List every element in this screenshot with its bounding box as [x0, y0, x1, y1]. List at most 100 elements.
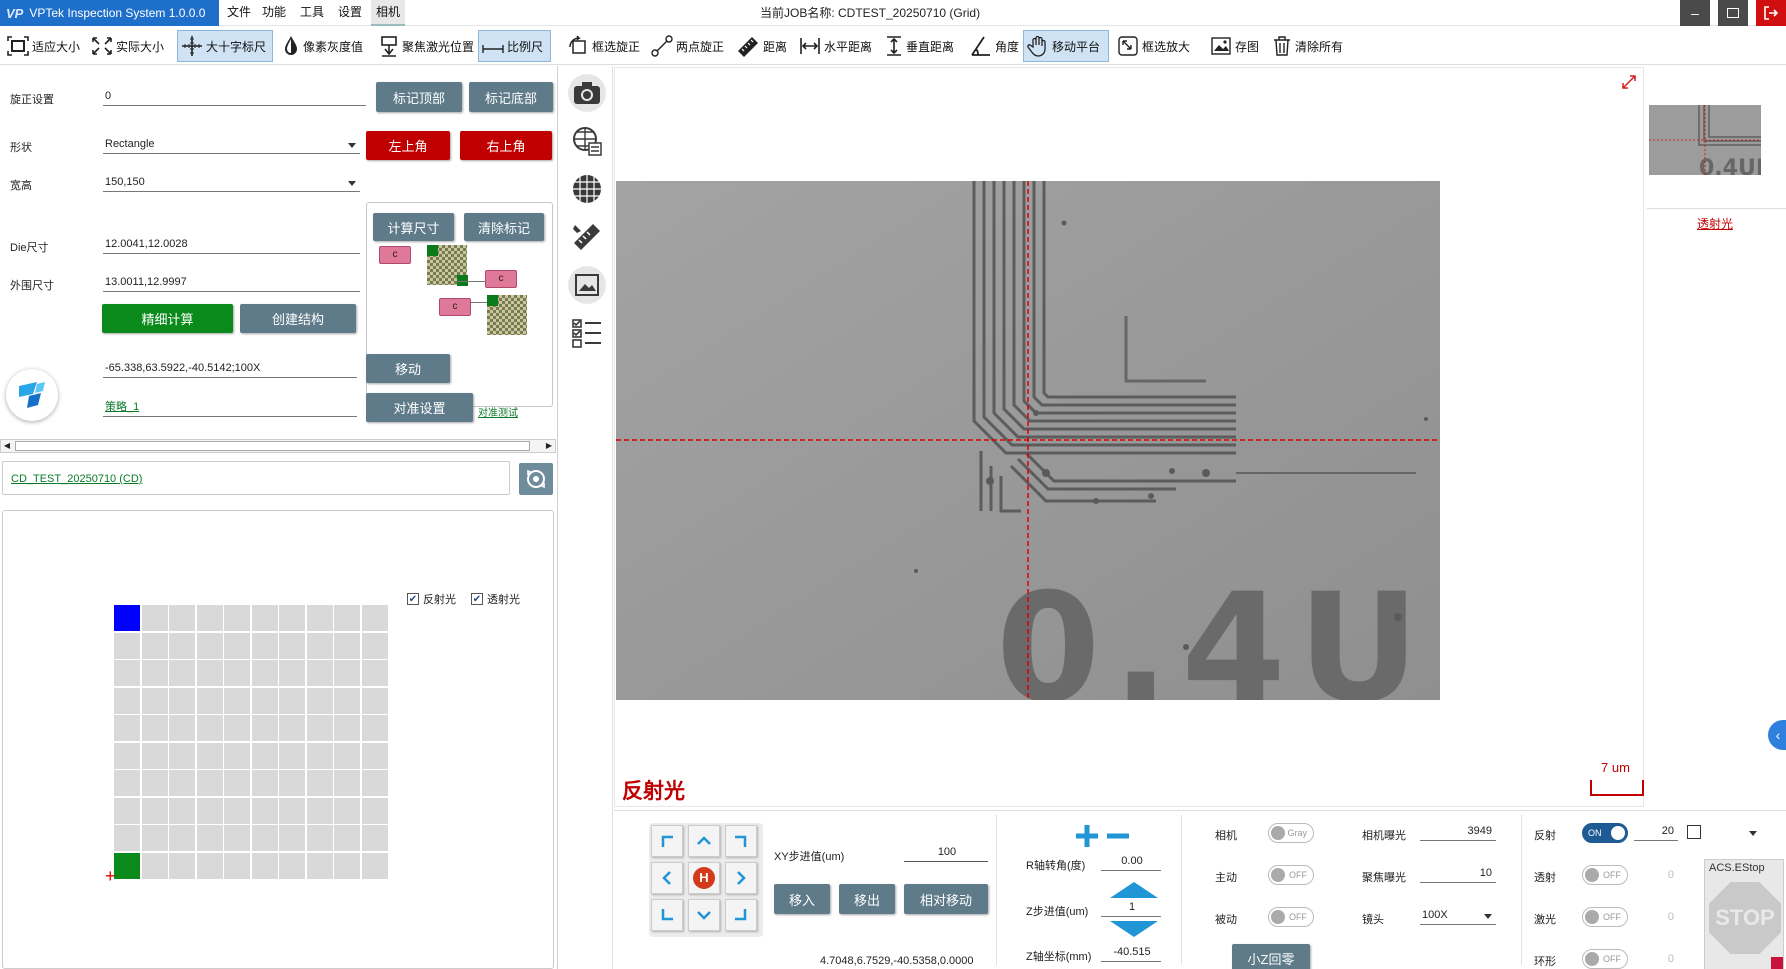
wafer-die-cell[interactable]	[114, 687, 140, 714]
wafer-die-cell[interactable]	[306, 770, 333, 796]
strategy-field[interactable]: 策略_1	[103, 399, 357, 417]
wafer-die-cell[interactable]	[334, 797, 360, 824]
left-scrollbar[interactable]: ◀ ▶	[0, 439, 556, 453]
reflect-light-toggle[interactable]: ON	[1582, 823, 1628, 843]
wafer-die-cell[interactable]	[224, 632, 250, 659]
fine-calc-button[interactable]: 精细计算	[102, 304, 233, 333]
wafer-die-cell[interactable]	[196, 742, 223, 769]
camera-view-button[interactable]	[568, 74, 606, 112]
scroll-right-arrow[interactable]: ▶	[543, 440, 555, 452]
transmit-checkbox[interactable]: ✔ 透射光	[471, 591, 520, 607]
wafer-die-cell[interactable]	[169, 825, 195, 851]
move-out-button[interactable]: 移出	[839, 884, 895, 914]
r-plus-button[interactable]	[1074, 823, 1100, 849]
rotation-input[interactable]: 0	[103, 88, 366, 106]
wafer-die-cell[interactable]	[361, 687, 388, 714]
image-gallery-button[interactable]	[568, 266, 606, 304]
tool-two-point-rotate[interactable]: 两点旋正	[648, 30, 727, 62]
ring-light-value[interactable]: 0	[1634, 953, 1678, 965]
wafer-die-cell[interactable]	[251, 852, 278, 879]
wafer-die-cell[interactable]	[251, 770, 278, 796]
align-settings-button[interactable]: 对准设置	[366, 393, 473, 422]
expand-icon[interactable]	[1617, 70, 1639, 92]
wafer-die-cell[interactable]	[334, 632, 360, 659]
wafer-die-cell[interactable]	[169, 770, 195, 796]
tool-gray-value[interactable]: 像素灰度值	[279, 30, 366, 62]
wafer-die-cell[interactable]	[169, 797, 195, 824]
wafer-grid-button[interactable]	[568, 170, 606, 208]
tool-scale-bar[interactable]: 比例尺	[478, 30, 551, 62]
reflect-checkbox[interactable]: ✔ 反射光	[407, 591, 456, 607]
passive-toggle[interactable]: OFF	[1268, 907, 1314, 927]
wafer-die-cell[interactable]	[114, 852, 140, 879]
menu-camera[interactable]: 相机	[371, 0, 406, 26]
wafer-die-cell[interactable]	[141, 742, 168, 769]
wafer-die-cell[interactable]	[196, 770, 223, 796]
move-up-left-button[interactable]	[651, 825, 683, 857]
wafer-die-cell[interactable]	[279, 742, 305, 769]
wafer-die-cell[interactable]	[279, 797, 305, 824]
lens-select[interactable]: 100X	[1420, 907, 1496, 925]
move-button[interactable]: 移动	[366, 354, 450, 383]
wafer-die-cell[interactable]	[306, 715, 333, 741]
tool-vertical-distance[interactable]: 垂直距离	[882, 30, 957, 62]
wafer-die-cell[interactable]	[334, 825, 360, 851]
wafer-die-cell[interactable]	[334, 742, 360, 769]
wafer-die-cell[interactable]	[224, 715, 250, 741]
reflect-aux-checkbox[interactable]	[1687, 825, 1701, 839]
move-in-button[interactable]: 移入	[774, 884, 830, 914]
wafer-die-cell[interactable]	[114, 715, 140, 741]
wafer-die-cell[interactable]	[169, 605, 195, 631]
wafer-die-cell[interactable]	[361, 632, 388, 659]
scroll-thumb[interactable]	[15, 441, 530, 451]
r-angle-input[interactable]: 0.00	[1101, 853, 1161, 871]
z-step-input[interactable]: 1	[1101, 899, 1161, 917]
wafer-die-cell[interactable]	[196, 797, 223, 824]
wafer-die-cell[interactable]	[251, 742, 278, 769]
move-up-button[interactable]	[688, 825, 720, 857]
wafer-die-cell[interactable]	[279, 660, 305, 686]
wafer-die-cell[interactable]	[334, 605, 360, 631]
wafer-die-cell[interactable]	[251, 797, 278, 824]
tool-actual-size[interactable]: 实际大小	[88, 30, 167, 62]
wafer-die-cell[interactable]	[361, 660, 388, 686]
wafer-die-cell[interactable]	[306, 632, 333, 659]
move-down-left-button[interactable]	[651, 899, 683, 931]
wafer-die-cell[interactable]	[279, 825, 305, 851]
tool-horizontal-distance[interactable]: 水平距离	[796, 30, 875, 62]
refresh-recipe-button[interactable]	[519, 463, 553, 495]
wafer-die-cell[interactable]	[251, 605, 278, 631]
wafer-die-cell[interactable]	[361, 797, 388, 824]
move-right-button[interactable]	[725, 862, 757, 894]
move-down-button[interactable]	[688, 899, 720, 931]
wafer-die-cell[interactable]	[251, 660, 278, 686]
assistant-logo-icon[interactable]	[6, 369, 58, 421]
move-left-button[interactable]	[651, 862, 683, 894]
die-size-field[interactable]: 12.0041,12.0028	[103, 236, 360, 254]
tool-box-zoom[interactable]: 框选放大	[1114, 30, 1193, 62]
wafer-die-cell[interactable]	[306, 742, 333, 769]
estop-panel[interactable]: ACS.EStop STOP	[1704, 859, 1784, 969]
transmit-light-value[interactable]: 0	[1634, 869, 1678, 881]
wafer-die-cell[interactable]	[334, 852, 360, 879]
scroll-left-arrow[interactable]: ◀	[1, 440, 13, 452]
wafer-die-cell[interactable]	[196, 605, 223, 631]
menu-file[interactable]: 文件	[222, 0, 256, 26]
wafer-die-cell[interactable]	[141, 797, 168, 824]
wafer-die-cell[interactable]	[169, 632, 195, 659]
tool-box-rotate[interactable]: 框选旋正	[564, 30, 643, 62]
wafer-die-cell[interactable]	[114, 660, 140, 686]
position-field[interactable]: -65.338,63.5922,-40.5142;100X	[103, 360, 357, 378]
wafer-die-cell[interactable]	[334, 660, 360, 686]
wafer-die-cell[interactable]	[334, 687, 360, 714]
z-up-button[interactable]	[1110, 882, 1158, 898]
wafer-die-cell[interactable]	[279, 632, 305, 659]
wafer-die-cell[interactable]	[279, 687, 305, 714]
wafer-die-cell[interactable]	[196, 687, 223, 714]
wafer-die-cell[interactable]	[306, 687, 333, 714]
wafer-die-cell[interactable]	[114, 770, 140, 796]
wafer-die-cell[interactable]	[361, 770, 388, 796]
wafer-die-cell[interactable]	[141, 687, 168, 714]
wafer-die-cell[interactable]	[141, 605, 168, 631]
wafer-die-cell[interactable]	[114, 742, 140, 769]
